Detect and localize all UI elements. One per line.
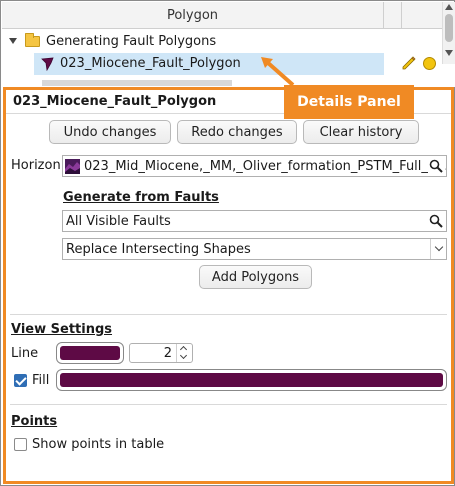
column-header-label: Polygon bbox=[166, 8, 219, 23]
fill-checkbox[interactable] bbox=[14, 374, 27, 387]
show-points-checkbox[interactable] bbox=[14, 438, 27, 451]
column-header-polygon[interactable]: Polygon bbox=[2, 2, 384, 29]
details-panel-callout: Details Panel bbox=[284, 85, 414, 119]
search-icon[interactable] bbox=[429, 214, 443, 228]
section-divider bbox=[10, 404, 447, 405]
add-polygons-button[interactable]: Add Polygons bbox=[199, 265, 312, 289]
column-header-extra[interactable] bbox=[384, 2, 402, 29]
details-panel: 023_Miocene_Fault_Polygon Undo changes R… bbox=[3, 87, 454, 484]
view-settings-title: View Settings bbox=[11, 322, 113, 337]
horizon-label: Horizon bbox=[11, 158, 61, 173]
status-dot-icon[interactable] bbox=[423, 57, 436, 70]
undo-button[interactable]: Undo changes bbox=[49, 120, 171, 144]
pencil-icon[interactable] bbox=[402, 56, 416, 70]
tree-header: Polygon bbox=[2, 2, 442, 29]
scroll-down-icon[interactable] bbox=[445, 50, 453, 56]
mode-dropdown[interactable]: Replace Intersecting Shapes bbox=[62, 238, 447, 260]
horizon-value: 023_Mid_Miocene,_MM,_Oliver_formation_PS… bbox=[84, 158, 447, 174]
line-width-spinner[interactable]: 2 bbox=[129, 343, 193, 363]
show-points-label: Show points in table bbox=[32, 437, 165, 452]
scroll-up-icon[interactable] bbox=[445, 4, 453, 10]
spinner-arrows-icon[interactable] bbox=[176, 344, 192, 362]
tree-group-label: Generating Fault Polygons bbox=[46, 33, 217, 49]
line-color-swatch[interactable] bbox=[56, 342, 124, 364]
tree-scrollbar[interactable] bbox=[442, 2, 455, 64]
points-section-title: Points bbox=[11, 414, 58, 429]
mode-value: Replace Intersecting Shapes bbox=[66, 241, 251, 257]
horizon-field[interactable]: 023_Mid_Miocene,_MM,_Oliver_formation_PS… bbox=[62, 155, 447, 177]
fill-color-fill bbox=[60, 373, 443, 387]
tree-item-selected[interactable]: 023_Miocene_Fault_Polygon bbox=[2, 53, 442, 75]
panel-title: 023_Miocene_Fault_Polygon bbox=[13, 94, 217, 109]
line-color-fill bbox=[60, 346, 120, 360]
clear-history-button[interactable]: Clear history bbox=[303, 120, 419, 144]
window: Polygon Generating Fault Polygons 023_Mi… bbox=[0, 0, 455, 486]
chevron-down-icon[interactable] bbox=[430, 239, 446, 259]
callout-arrow-icon bbox=[261, 57, 295, 87]
fill-label: Fill bbox=[32, 373, 50, 388]
redo-button[interactable]: Redo changes bbox=[177, 120, 297, 144]
partial-row-text bbox=[42, 80, 232, 86]
fill-color-swatch[interactable] bbox=[56, 369, 447, 391]
generate-section-title: Generate from Faults bbox=[63, 190, 219, 205]
section-divider bbox=[10, 314, 447, 315]
polygon-icon bbox=[41, 57, 54, 71]
tree-group-row[interactable]: Generating Fault Polygons bbox=[2, 30, 442, 52]
search-icon[interactable] bbox=[429, 159, 443, 173]
folder-icon bbox=[25, 32, 40, 47]
horizon-icon bbox=[65, 158, 80, 174]
faults-filter-field[interactable]: All Visible Faults bbox=[62, 210, 447, 232]
faults-filter-value: All Visible Faults bbox=[66, 213, 171, 229]
expand-arrow-icon[interactable] bbox=[9, 38, 17, 44]
line-label: Line bbox=[11, 346, 39, 361]
tree-item-label: 023_Miocene_Fault_Polygon bbox=[60, 56, 241, 71]
line-width-value: 2 bbox=[163, 346, 172, 361]
polygon-tree: Polygon Generating Fault Polygons 023_Mi… bbox=[2, 2, 455, 87]
scroll-thumb[interactable] bbox=[445, 14, 453, 42]
